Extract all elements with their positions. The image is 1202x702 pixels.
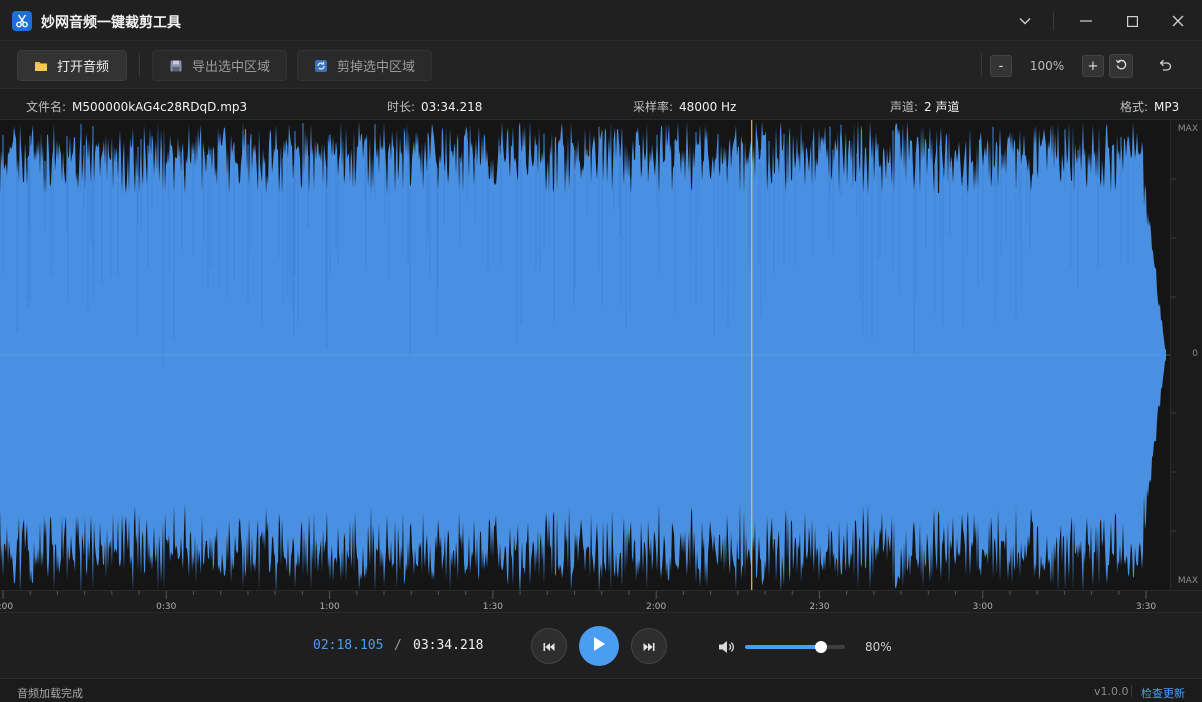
duration-value: 03:34.218 [421, 100, 483, 114]
waveform-path [0, 121, 1166, 590]
timeline-label: 3:30 [1136, 602, 1156, 612]
check-update-link[interactable]: 检查更新 [1141, 685, 1185, 701]
status-bar: 音频加载完成 v1.0.0 检查更新 [0, 678, 1202, 702]
timeline-graphic: 0:00 0:30 1:00 1:30 2:00 2:30 3:00 3:30 [0, 591, 1156, 612]
channels-label: 声道: [890, 100, 919, 114]
format-value: MP3 [1154, 100, 1180, 114]
zoom-out-button[interactable]: - [990, 55, 1012, 77]
close-icon[interactable] [1165, 8, 1191, 34]
maximize-icon[interactable] [1119, 8, 1145, 34]
skip-forward-icon [643, 637, 655, 656]
transport-bar: 02:18.105 / 03:34.218 80% [0, 613, 1202, 678]
toolbar-separator [139, 53, 140, 77]
total-time: 03:34.218 [413, 638, 484, 653]
minimize-icon[interactable] [1073, 8, 1099, 34]
file-name-value: M500000kAG4c28RDqD.mp3 [72, 100, 248, 114]
version-label: v1.0.0 [1094, 685, 1129, 698]
play-button[interactable] [579, 626, 619, 666]
timeline-label: 2:30 [809, 602, 829, 612]
skip-back-button[interactable] [531, 628, 567, 664]
cut-selection-label: 剪掉选中区域 [337, 60, 416, 75]
time-separator: / [394, 638, 402, 653]
undo-icon[interactable] [1152, 52, 1178, 78]
timeline-label: 0:00 [0, 602, 13, 612]
sample-rate-value: 48000 Hz [679, 100, 737, 114]
file-name-label: 文件名: [26, 100, 67, 114]
timeline-label: 1:30 [483, 602, 503, 612]
open-audio-label: 打开音频 [57, 60, 110, 75]
volume-icon[interactable] [718, 639, 735, 658]
waveform-graphic [0, 120, 1170, 590]
file-name-info: 文件名: M500000kAG4c28RDqD.mp3 [26, 98, 247, 115]
app-title: 妙网音频一键裁剪工具 [41, 15, 181, 31]
scissors-icon [12, 11, 32, 31]
refresh-icon [314, 59, 328, 73]
amplitude-scale: MAX 0 MAX [1170, 120, 1202, 590]
file-info-bar: 文件名: M500000kAG4c28RDqD.mp3 时长: 03:34.218 … [0, 89, 1202, 120]
save-icon [169, 59, 183, 73]
format-label: 格式: [1120, 100, 1149, 114]
channels-info: 声道: 2 声道 [890, 98, 960, 115]
title-bar: 妙网音频一键裁剪工具 [0, 0, 1202, 41]
volume-fill [745, 645, 821, 649]
chevron-down-icon[interactable] [1012, 8, 1038, 34]
status-message: 音频加载完成 [17, 687, 83, 700]
open-audio-button[interactable]: 打开音频 [17, 50, 127, 81]
zoom-in-button[interactable]: + [1082, 55, 1104, 77]
folder-icon [34, 59, 48, 73]
duration-info: 时长: 03:34.218 [387, 98, 482, 115]
skip-back-icon [543, 637, 555, 656]
app-window: 妙网音频一键裁剪工具 打开音频 导出选中区域 剪掉选中区域 - 100% + 文… [0, 0, 1202, 702]
duration-label: 时长: [387, 100, 416, 114]
timeline-ruler[interactable]: 0:00 0:30 1:00 1:30 2:00 2:30 3:00 3:30 [0, 590, 1202, 613]
volume-thumb[interactable] [815, 641, 827, 653]
timeline-label: 3:00 [973, 602, 993, 612]
export-selection-label: 导出选中区域 [192, 60, 271, 75]
timeline-label: 1:00 [319, 602, 339, 612]
export-selection-button[interactable]: 导出选中区域 [152, 50, 287, 81]
toolbar-separator [981, 53, 982, 77]
waveform-canvas[interactable] [0, 120, 1170, 590]
skip-forward-button[interactable] [631, 628, 667, 664]
volume-slider[interactable] [745, 641, 845, 653]
sample-rate-label: 采样率: [633, 100, 674, 114]
timeline-label: 0:30 [156, 602, 176, 612]
title-separator [1053, 12, 1054, 30]
channels-value: 2 声道 [924, 100, 960, 114]
status-separator [1131, 685, 1132, 697]
cut-selection-button[interactable]: 剪掉选中区域 [297, 50, 432, 81]
play-icon [592, 636, 606, 656]
zoom-reset-button[interactable] [1109, 54, 1133, 78]
sample-rate-info: 采样率: 48000 Hz [633, 98, 736, 115]
current-time: 02:18.105 [313, 638, 384, 653]
reset-icon [1115, 58, 1128, 75]
volume-value: 80% [865, 640, 892, 654]
timeline-label: 2:00 [646, 602, 666, 612]
zoom-level: 100% [1029, 59, 1065, 73]
format-info: 格式: MP3 [1120, 98, 1179, 115]
toolbar: 打开音频 导出选中区域 剪掉选中区域 - 100% + [0, 41, 1202, 89]
